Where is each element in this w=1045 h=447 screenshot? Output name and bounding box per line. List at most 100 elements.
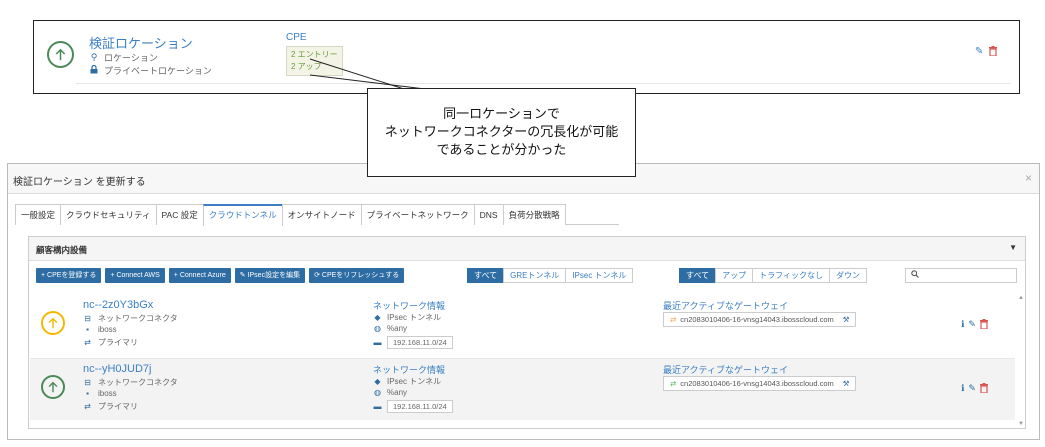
- pencil-icon[interactable]: ✎: [968, 319, 976, 331]
- status-warning-icon: [41, 311, 65, 335]
- status-filter: すべて アップ トラフィックなし ダウン: [679, 268, 867, 284]
- scroll-up-icon[interactable]: ▲: [1018, 295, 1024, 301]
- edit-ipsec-button[interactable]: ✎ IPsec設定を編集: [234, 268, 306, 283]
- remote-id-label: %any: [387, 388, 408, 397]
- status-up-icon: [47, 41, 74, 68]
- row-actions: ℹ ✎: [961, 319, 988, 331]
- wrench-icon[interactable]: ⚒: [843, 313, 850, 326]
- remote-id-label: %any: [387, 324, 408, 333]
- search-input[interactable]: [905, 268, 1017, 283]
- remote-id: ◍ %any: [373, 388, 407, 397]
- remote-id: ◍ %any: [373, 324, 407, 333]
- tab-pac-settings[interactable]: PAC 設定: [155, 204, 204, 225]
- register-cpe-button[interactable]: + CPEを登録する: [36, 268, 102, 283]
- scrollbar[interactable]: ▲ ▼: [1016, 295, 1025, 427]
- panel-header[interactable]: 顧客構内設備 ▼: [29, 237, 1025, 261]
- table-row: nc--2z0Y3bGx ⊟ ネットワークコネクタ ▪ iboss ⇄ プライマリ ネ…: [30, 295, 1015, 357]
- connect-aws-button[interactable]: + Connect AWS: [105, 268, 165, 283]
- annotation-callout: 同一ロケーションで ネットワークコネクターの冗長化が可能 であることが分かった: [367, 88, 636, 177]
- connector-name[interactable]: nc--2z0Y3bGx: [83, 299, 153, 311]
- search-icon: [911, 270, 919, 280]
- filter-type-ipsec[interactable]: IPsec トンネル: [565, 268, 634, 283]
- dialog-title: 検証ロケーション を更新する: [13, 177, 146, 188]
- pencil-icon[interactable]: ✎: [975, 46, 983, 57]
- tab-general[interactable]: 一般設定: [15, 204, 62, 225]
- tag-icon: ◆: [374, 377, 381, 386]
- caret-down-icon[interactable]: ▼: [1009, 243, 1017, 252]
- lock-icon: [89, 64, 99, 76]
- tunnel-label: IPsec トンネル: [387, 377, 442, 386]
- gateway-box: ⇄ cn2083010406-16-vnsg14043.ibosscloud.c…: [663, 312, 857, 327]
- exchange-icon: ⇄: [84, 402, 91, 411]
- scroll-down-icon[interactable]: ▼: [1018, 421, 1024, 427]
- location-private-label: プライベートロケーション: [104, 66, 212, 76]
- filter-status-all[interactable]: すべて: [679, 268, 717, 283]
- row-actions: ℹ ✎: [961, 383, 988, 395]
- exchange-icon: ⇄: [670, 379, 677, 388]
- connector-vendor: ▪ iboss: [83, 325, 117, 334]
- trash-icon[interactable]: [979, 319, 988, 331]
- role-label: プライマリ: [98, 402, 138, 411]
- update-location-dialog: 検証ロケーション を更新する × 一般設定 クラウドセキュリティ PAC 設定 …: [7, 163, 1040, 440]
- cidr-value: 192.168.11.0/24: [387, 336, 453, 349]
- trash-icon[interactable]: [989, 46, 997, 59]
- tab-cloud-tunnel[interactable]: クラウドトンネル: [202, 204, 283, 226]
- tab-load-balancing[interactable]: 負荷分散戦略: [502, 204, 566, 225]
- filter-status-down[interactable]: ダウン: [828, 268, 867, 283]
- box-icon: ▪: [86, 325, 89, 334]
- location-type: ⚲ ロケーション: [89, 51, 158, 64]
- network-info-title: ネットワーク情報: [373, 365, 446, 375]
- gateway-box: ⇄ cn2083010406-16-vnsg14043.ibosscloud.c…: [663, 376, 857, 391]
- tab-dns[interactable]: DNS: [473, 204, 504, 225]
- network-info-title: ネットワーク情報: [373, 301, 446, 311]
- location-private: プライベートロケーション: [89, 64, 212, 77]
- location-type-label: ロケーション: [104, 53, 158, 63]
- cpe-entries: 2 エントリー: [291, 50, 338, 59]
- tab-bar: 一般設定 クラウドセキュリティ PAC 設定 クラウドトンネル オンサイトノード…: [15, 204, 619, 226]
- gateway-title: 最近アクティブなゲートウェイ: [663, 365, 789, 375]
- vendor-label: iboss: [98, 325, 117, 334]
- vendor-label: iboss: [98, 389, 117, 398]
- briefcase-icon: ▬: [373, 338, 382, 347]
- tab-private-network[interactable]: プライベートネットワーク: [360, 204, 475, 225]
- info-icon[interactable]: ℹ: [961, 319, 964, 331]
- wrench-icon[interactable]: ⚒: [843, 377, 850, 390]
- globe-icon: ◍: [374, 324, 381, 333]
- role-label: プライマリ: [98, 338, 138, 347]
- info-icon[interactable]: ℹ: [961, 383, 964, 395]
- exchange-icon: ⇄: [84, 338, 91, 347]
- refresh-cpe-button[interactable]: ⟳ CPEをリフレッシュする: [309, 268, 405, 283]
- filter-status-no-traffic[interactable]: トラフィックなし: [752, 268, 830, 283]
- connect-azure-button[interactable]: + Connect Azure: [168, 268, 231, 283]
- tab-onsite-node[interactable]: オンサイトノード: [281, 204, 362, 225]
- gateway-title: 最近アクティブなゲートウェイ: [663, 301, 789, 311]
- connector-role: ⇄ プライマリ: [83, 337, 138, 348]
- pencil-icon[interactable]: ✎: [968, 383, 976, 395]
- connector-type-label: ネットワークコネクタ: [98, 314, 178, 323]
- callout-line-1: 同一ロケーションで: [443, 106, 560, 121]
- tag-icon: ◆: [374, 313, 381, 322]
- map-marker-icon: ⚲: [90, 52, 98, 62]
- cpe-panel: 顧客構内設備 ▼ + CPEを登録する + Connect AWS + Conn…: [28, 236, 1026, 429]
- callout-line-3: であることが分かった: [436, 142, 567, 157]
- server-icon: ⊟: [84, 314, 91, 323]
- close-icon[interactable]: ×: [1025, 171, 1032, 185]
- connector-name[interactable]: nc--yH0JUD7j: [83, 363, 151, 375]
- filter-type-all[interactable]: すべて: [467, 268, 505, 283]
- filter-type-gre[interactable]: GREトンネル: [503, 268, 567, 283]
- callout-line-2: ネットワークコネクターの冗長化が可能: [384, 124, 619, 139]
- divider: [76, 83, 1011, 84]
- location-title[interactable]: 検証ロケーション: [89, 33, 193, 52]
- gateway-host: cn2083010406-16-vnsg14043.ibosscloud.com: [680, 379, 834, 388]
- cpe-toolbar: + CPEを登録する + Connect AWS + Connect Azure…: [36, 268, 405, 284]
- location-card: 検証ロケーション ⚲ ロケーション プライベートロケーション CPE 2 エント…: [33, 20, 1020, 94]
- network-cidr: ▬ 192.168.11.0/24: [373, 400, 453, 413]
- tab-cloud-security[interactable]: クラウドセキュリティ: [60, 204, 157, 225]
- trash-icon[interactable]: [979, 383, 988, 395]
- status-up-icon: [41, 375, 65, 399]
- filter-status-up[interactable]: アップ: [715, 268, 754, 283]
- connector-vendor: ▪ iboss: [83, 389, 117, 398]
- cpe-up: 2 アップ: [291, 62, 322, 71]
- table-row: nc--yH0JUD7j ⊟ ネットワークコネクタ ▪ iboss ⇄ プライマリ ネ…: [30, 358, 1015, 420]
- box-icon: ▪: [86, 389, 89, 398]
